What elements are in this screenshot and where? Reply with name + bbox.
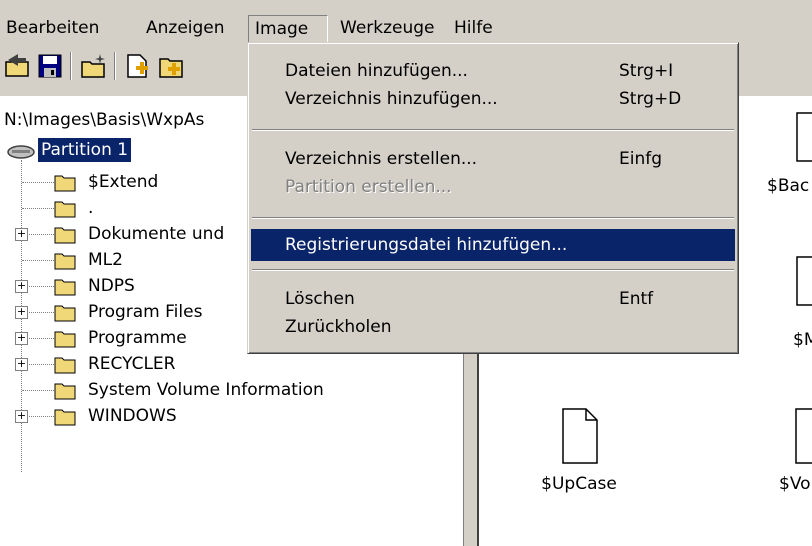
file-item[interactable]: $M: [779, 256, 812, 350]
drive-icon: [7, 145, 35, 159]
tree-item-label: Partition 1: [36, 137, 133, 163]
new-folder-icon[interactable]: [80, 52, 108, 80]
expand-icon[interactable]: +: [15, 228, 28, 241]
menu-werkzeuge[interactable]: Werkzeuge: [334, 15, 441, 43]
file-icon: [795, 408, 812, 464]
add-folder-icon[interactable]: [158, 52, 186, 80]
expand-icon[interactable]: +: [15, 332, 28, 345]
tree-item[interactable]: System Volume Information: [0, 378, 463, 404]
folder-icon: [54, 227, 76, 244]
folder-icon: [54, 201, 76, 218]
menu-bar: Bearbeiten Anzeigen Image Werkzeuge Hilf…: [0, 0, 812, 44]
folder-icon: [54, 305, 76, 322]
add-file-icon[interactable]: [124, 52, 152, 80]
folder-icon: [54, 253, 76, 270]
image-menu-dropdown: Dateien hinzufügen... Strg+I Verzeichnis…: [247, 42, 739, 354]
file-item[interactable]: $Bac: [767, 112, 812, 196]
menu-separator: [252, 217, 734, 219]
menu-item-verzeichnis-hinzufuegen[interactable]: Verzeichnis hinzufügen... Strg+D: [251, 85, 735, 113]
menu-item-loeschen[interactable]: Löschen Entf: [251, 285, 735, 313]
file-icon: [562, 408, 598, 464]
menu-hilfe[interactable]: Hilfe: [448, 15, 499, 43]
menu-separator: [252, 129, 734, 131]
tree-item[interactable]: + RECYCLER: [0, 352, 463, 378]
menu-item-registrierungsdatei-hinzufuegen[interactable]: Registrierungsdatei hinzufügen...: [251, 229, 735, 261]
expand-icon[interactable]: +: [15, 306, 28, 319]
expand-icon[interactable]: +: [15, 280, 28, 293]
menu-item-verzeichnis-erstellen[interactable]: Verzeichnis erstellen... Einfg: [251, 145, 735, 173]
tree-item[interactable]: + WINDOWS: [0, 404, 463, 430]
image-path: N:\Images\Basis\WxpAs: [4, 110, 205, 130]
toolbar-separator: [114, 52, 116, 80]
menu-anzeigen[interactable]: Anzeigen: [140, 15, 231, 43]
expand-icon[interactable]: +: [15, 358, 28, 371]
save-icon[interactable]: [36, 52, 64, 80]
menu-item-partition-erstellen: Partition erstellen...: [285, 177, 452, 197]
menu-bearbeiten[interactable]: Bearbeiten: [0, 15, 105, 43]
folder-icon: [54, 383, 76, 400]
file-icon: [796, 112, 812, 162]
file-item[interactable]: $UpCase: [519, 408, 639, 498]
menu-image[interactable]: Image: [248, 15, 328, 43]
folder-icon: [54, 409, 76, 426]
folder-icon: [54, 279, 76, 296]
menu-item-zurueckholen[interactable]: Zurückholen: [251, 313, 735, 341]
file-item[interactable]: $Vo: [775, 408, 812, 498]
open-icon[interactable]: [4, 52, 32, 80]
toolbar-separator: [70, 52, 72, 80]
folder-icon: [54, 357, 76, 374]
expand-icon[interactable]: +: [15, 410, 28, 423]
folder-icon: [54, 175, 76, 192]
menu-separator: [252, 269, 734, 271]
menu-item-dateien-hinzufuegen[interactable]: Dateien hinzufügen... Strg+I: [251, 57, 735, 85]
folder-icon: [54, 331, 76, 348]
file-icon: [796, 256, 812, 306]
